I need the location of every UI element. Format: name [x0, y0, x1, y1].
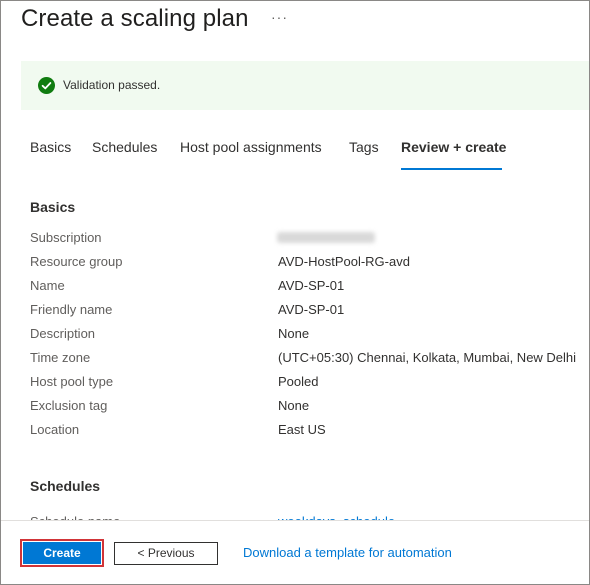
subscription-label: Subscription — [30, 230, 102, 245]
validation-banner: Validation passed. — [21, 61, 589, 110]
subscription-value-redacted — [277, 232, 375, 243]
blade-footer: Create < Previous Download a template fo… — [1, 520, 589, 584]
host-pool-type-label: Host pool type — [30, 374, 114, 389]
name-value: AVD-SP-01 — [278, 278, 345, 293]
resource-group-value: AVD-HostPool-RG-avd — [278, 254, 410, 269]
description-label: Description — [30, 326, 96, 341]
success-check-icon — [38, 77, 55, 94]
host-pool-type-value: Pooled — [278, 374, 319, 389]
schedules-section-heading: Schedules — [30, 478, 101, 494]
tab-tags[interactable]: Tags — [349, 139, 379, 155]
exclusion-tag-label: Exclusion tag — [30, 398, 108, 413]
blade-header: Create a scaling plan ··· — [1, 1, 589, 39]
exclusion-tag-value: None — [278, 398, 310, 413]
time-zone-label: Time zone — [30, 350, 91, 365]
scaling-plan-blade: Create a scaling plan ··· Validation pas… — [0, 0, 590, 585]
create-button[interactable]: Create — [23, 542, 101, 564]
tab-review-create[interactable]: Review + create — [401, 139, 506, 155]
description-value: None — [278, 326, 310, 341]
resource-group-label: Resource group — [30, 254, 123, 269]
friendly-name-value: AVD-SP-01 — [278, 302, 345, 317]
time-zone-value: (UTC+05:30) Chennai, Kolkata, Mumbai, Ne… — [278, 350, 577, 365]
location-value: East US — [278, 422, 326, 437]
tab-host-pool-assignments[interactable]: Host pool assignments — [180, 139, 322, 155]
basics-section-heading: Basics — [30, 199, 76, 215]
friendly-name-label: Friendly name — [30, 302, 113, 317]
page-title: Create a scaling plan — [21, 5, 249, 32]
previous-button[interactable]: < Previous — [114, 542, 218, 565]
tab-basics[interactable]: Basics — [30, 139, 71, 155]
tab-schedules[interactable]: Schedules — [92, 139, 157, 155]
active-tab-indicator — [401, 168, 502, 170]
validation-message: Validation passed. — [63, 78, 161, 92]
download-template-link[interactable]: Download a template for automation — [243, 545, 452, 560]
location-label: Location — [30, 422, 80, 437]
name-label: Name — [30, 278, 65, 293]
more-options-button[interactable]: ··· — [271, 9, 288, 25]
